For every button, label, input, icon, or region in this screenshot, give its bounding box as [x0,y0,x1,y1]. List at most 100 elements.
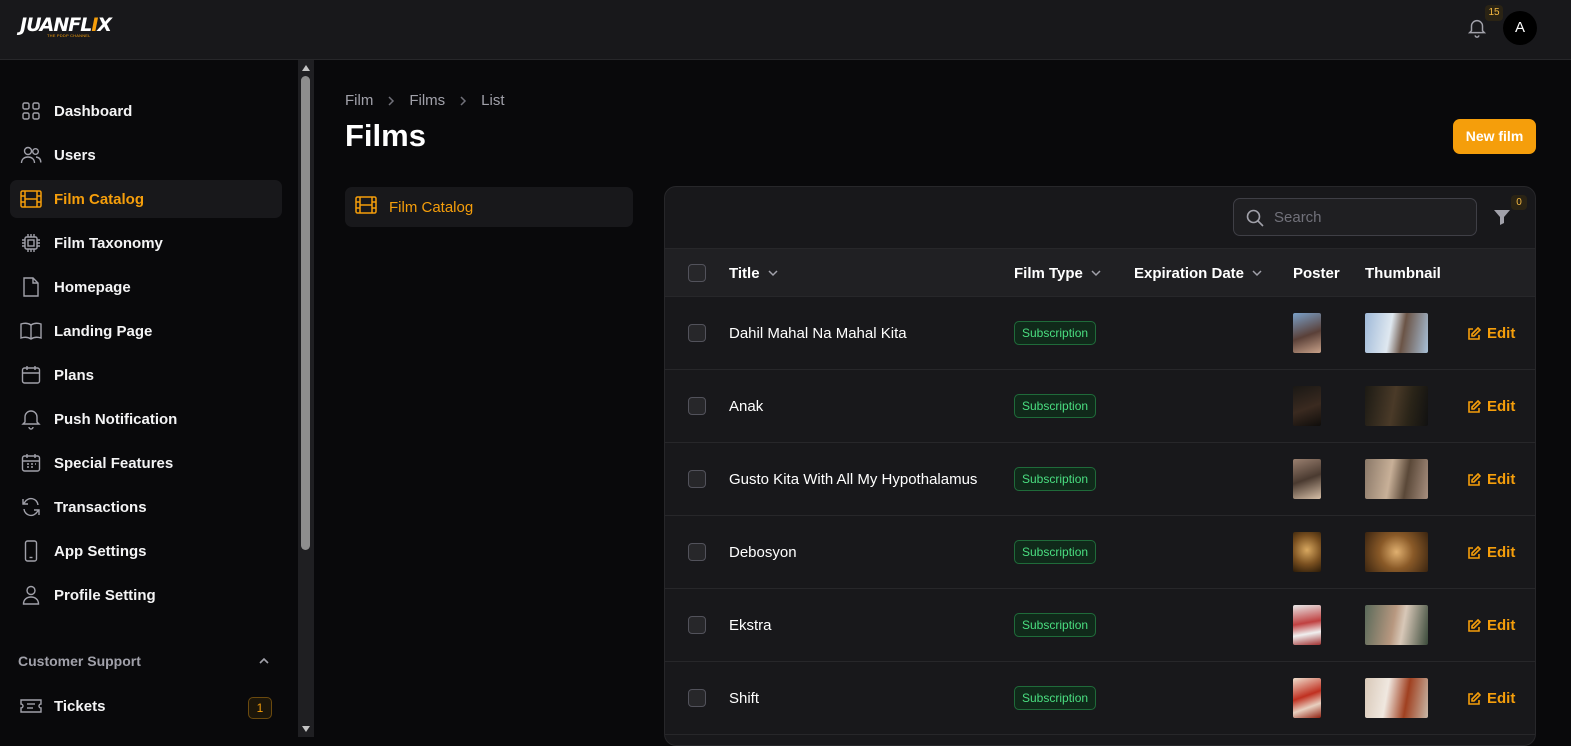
column-poster: Poster [1293,265,1340,282]
search-box[interactable] [1233,198,1477,236]
sidebar-item-landing-page[interactable]: Landing Page [10,312,282,350]
edit-icon [1468,545,1481,559]
sidebar-group-customer-support[interactable]: Customer Support [18,653,141,669]
sidebar-item-profile-setting[interactable]: Profile Setting [10,576,282,614]
scrollbar-thumb[interactable] [301,76,310,550]
table-row[interactable]: Ekstra Subscription Edit [665,589,1535,662]
poster-image [1293,532,1321,572]
row-checkbox[interactable] [688,397,706,415]
column-film-type[interactable]: Film Type [1014,265,1101,282]
sidebar-item-film-catalog[interactable]: Film Catalog [10,180,282,218]
user-avatar[interactable]: A [1503,11,1537,45]
refresh-icon [20,496,42,518]
edit-label: Edit [1487,544,1516,561]
ticket-icon [20,695,42,717]
edit-button[interactable]: Edit [1467,471,1515,488]
sidebar-item-label: Landing Page [54,322,153,340]
edit-label: Edit [1487,471,1516,488]
calendar-grid-icon [20,452,42,474]
filter-icon[interactable] [1492,207,1512,227]
sidebar-item-label: Transactions [54,498,147,516]
new-film-button[interactable]: New film [1453,119,1536,154]
sidebar-item-label: Film Catalog [54,190,145,208]
users-icon [20,144,42,166]
sidebar-item-special-features[interactable]: Special Features [10,444,282,482]
films-table: 0 Title Film Type Expiration Date Poster… [664,186,1536,746]
thumbnail-image [1365,678,1428,718]
row-checkbox[interactable] [688,689,706,707]
edit-button[interactable]: Edit [1467,617,1515,634]
phone-icon [20,540,42,562]
column-title-label: Title [729,265,760,282]
app-logo[interactable]: JUANFLIX THE PDDP CHANNEL [20,14,112,40]
table-row[interactable]: Anak Subscription Edit [665,370,1535,443]
edit-button[interactable]: Edit [1467,325,1515,342]
row-checkbox[interactable] [688,543,706,561]
sidebar-item-users[interactable]: Users [10,136,282,174]
scroll-down-arrow-icon[interactable] [302,726,310,732]
film-type-badge: Subscription [1014,467,1097,491]
subnav-film-catalog[interactable]: Film Catalog [345,187,633,227]
row-checkbox[interactable] [688,324,706,342]
sidebar: Dashboard Users Film Catalog Film Taxono… [0,60,298,737]
sidebar-item-app-settings[interactable]: App Settings [10,532,282,570]
sidebar-item-homepage[interactable]: Homepage [10,268,282,306]
poster-image [1293,605,1321,645]
column-thumbnail: Thumbnail [1365,265,1441,282]
search-input[interactable] [1274,199,1469,235]
table-row[interactable]: Dahil Mahal Na Mahal Kita Subscription E… [665,297,1535,370]
calendar-icon [20,364,42,386]
film-title[interactable]: Shift [729,690,759,707]
sidebar-item-label: Special Features [54,454,174,472]
film-title[interactable]: Ekstra [729,617,772,634]
sidebar-item-plans[interactable]: Plans [10,356,282,394]
taxonomy-icon [20,232,42,254]
film-title[interactable]: Gusto Kita With All My Hypothalamus [729,471,977,488]
edit-label: Edit [1487,398,1516,415]
row-checkbox[interactable] [688,616,706,634]
breadcrumb-film[interactable]: Film [345,92,373,109]
chevron-down-icon [1252,270,1262,277]
thumbnail-image [1365,532,1428,572]
sidebar-item-tickets[interactable]: Tickets 1 [10,687,282,725]
table-header: Title Film Type Expiration Date Poster T… [665,248,1535,297]
edit-icon [1468,472,1481,486]
table-row[interactable]: Gusto Kita With All My Hypothalamus Subs… [665,443,1535,516]
poster-image [1293,386,1321,426]
select-all-checkbox[interactable] [688,264,706,282]
sidebar-scrollbar[interactable] [298,60,314,737]
poster-image [1293,313,1321,353]
notifications-bell-icon[interactable] [1466,16,1488,40]
edit-button[interactable]: Edit [1467,690,1515,707]
scroll-up-arrow-icon[interactable] [302,65,310,71]
film-icon [20,188,42,210]
column-expiration-date[interactable]: Expiration Date [1134,265,1262,282]
dashboard-icon [20,100,42,122]
sidebar-item-film-taxonomy[interactable]: Film Taxonomy [10,224,282,262]
breadcrumb-list: List [481,92,505,109]
sidebar-item-push-notification[interactable]: Push Notification [10,400,282,438]
chevron-down-icon [1091,270,1101,277]
breadcrumb-films[interactable]: Films [409,92,445,109]
column-title[interactable]: Title [729,265,778,282]
table-row[interactable]: Shift Subscription Edit [665,662,1535,735]
edit-button[interactable]: Edit [1467,544,1515,561]
sidebar-item-dashboard[interactable]: Dashboard [10,92,282,130]
edit-label: Edit [1487,690,1516,707]
film-type-badge: Subscription [1014,321,1097,345]
top-bar: JUANFLIX THE PDDP CHANNEL 15 A [0,0,1571,60]
sidebar-item-label: Profile Setting [54,586,156,604]
breadcrumb: Film Films List [345,92,505,109]
film-title[interactable]: Debosyon [729,544,797,561]
film-title[interactable]: Dahil Mahal Na Mahal Kita [729,325,907,342]
film-type-badge: Subscription [1014,686,1097,710]
sidebar-item-label: Users [54,146,96,164]
thumbnail-image [1365,459,1428,499]
row-checkbox[interactable] [688,470,706,488]
edit-icon [1468,618,1481,632]
sidebar-item-transactions[interactable]: Transactions [10,488,282,526]
table-row[interactable]: Debosyon Subscription Edit [665,516,1535,589]
film-title[interactable]: Anak [729,398,763,415]
edit-button[interactable]: Edit [1467,398,1515,415]
chevron-up-icon[interactable] [258,656,270,666]
